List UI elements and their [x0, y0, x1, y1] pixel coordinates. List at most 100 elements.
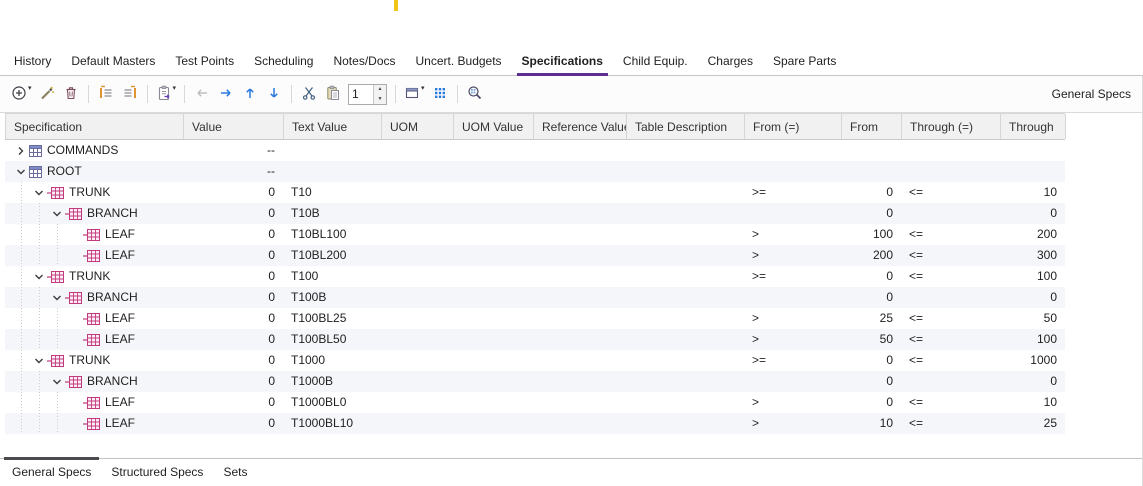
cell-uom[interactable]	[381, 287, 453, 308]
cell-from[interactable]	[744, 140, 841, 161]
cell-through[interactable]: <=	[901, 182, 1000, 203]
cell-table-description[interactable]	[626, 266, 744, 287]
cell-table-description[interactable]	[626, 203, 744, 224]
cell-through[interactable]	[1000, 140, 1065, 161]
cell-uom[interactable]	[381, 266, 453, 287]
cut-button[interactable]	[298, 82, 320, 106]
promote-button[interactable]	[119, 82, 141, 106]
move-up-button[interactable]	[239, 82, 261, 106]
cell-from[interactable]	[841, 140, 901, 161]
move-right-button[interactable]	[215, 82, 237, 106]
find-button[interactable]	[464, 82, 486, 106]
tab-child-equip[interactable]: Child Equip.	[613, 50, 698, 75]
cell-through[interactable]: 10	[1000, 182, 1065, 203]
column-header-from[interactable]: From	[842, 114, 902, 139]
cell-specification[interactable]: COMMANDS	[5, 140, 183, 161]
cell-from[interactable]: 0	[841, 266, 901, 287]
cell-text-value[interactable]: T100BL50	[283, 329, 381, 350]
column-header-value[interactable]: Value	[184, 114, 284, 139]
cell-from[interactable]: >	[744, 224, 841, 245]
cell-from[interactable]: 100	[841, 224, 901, 245]
bottom-tab-general-specs[interactable]: General Specs	[2, 459, 101, 486]
cell-value[interactable]: 0	[183, 329, 283, 350]
table-row[interactable]: LEAF0T100BL50>50<=100	[5, 329, 1065, 350]
cell-from[interactable]	[744, 371, 841, 392]
cell-uom-value[interactable]	[453, 413, 533, 434]
move-left-button[interactable]	[191, 82, 213, 106]
cell-specification[interactable]: TRUNK	[5, 266, 183, 287]
cell-from[interactable]: >	[744, 245, 841, 266]
cell-reference-value[interactable]	[533, 161, 626, 182]
cell-uom-value[interactable]	[453, 266, 533, 287]
cell-text-value[interactable]: T10	[283, 182, 381, 203]
cell-text-value[interactable]: T1000BL10	[283, 413, 381, 434]
collapse-icon[interactable]	[31, 269, 47, 285]
cell-from[interactable]: 0	[841, 350, 901, 371]
cell-uom-value[interactable]	[453, 287, 533, 308]
cell-value[interactable]: 0	[183, 266, 283, 287]
table-row[interactable]: ROOT--	[5, 161, 1065, 182]
cell-value[interactable]: 0	[183, 350, 283, 371]
cell-uom[interactable]	[381, 140, 453, 161]
cell-value[interactable]: 0	[183, 308, 283, 329]
cell-value[interactable]: --	[183, 140, 283, 161]
demote-button[interactable]	[95, 82, 117, 106]
cell-table-description[interactable]	[626, 371, 744, 392]
tab-spare-parts[interactable]: Spare Parts	[763, 50, 846, 75]
cell-through[interactable]: 0	[1000, 203, 1065, 224]
collapse-icon[interactable]	[49, 206, 65, 222]
cell-through[interactable]: <=	[901, 245, 1000, 266]
cell-through[interactable]: <=	[901, 308, 1000, 329]
cell-uom[interactable]	[381, 203, 453, 224]
cell-table-description[interactable]	[626, 308, 744, 329]
cell-through[interactable]: <=	[901, 266, 1000, 287]
cell-text-value[interactable]: T100	[283, 266, 381, 287]
cell-uom-value[interactable]	[453, 140, 533, 161]
cell-specification[interactable]: LEAF	[5, 413, 183, 434]
bottom-tab-sets[interactable]: Sets	[213, 459, 257, 486]
cell-specification[interactable]: LEAF	[5, 245, 183, 266]
table-row[interactable]: LEAF0T10BL200>200<=300	[5, 245, 1065, 266]
cell-through[interactable]: <=	[901, 329, 1000, 350]
column-header-text-value[interactable]: Text Value	[284, 114, 382, 139]
edit-button[interactable]	[36, 82, 58, 106]
cell-text-value[interactable]: T1000	[283, 350, 381, 371]
spin-down-button[interactable]: ▼	[374, 94, 386, 104]
cell-uom[interactable]	[381, 182, 453, 203]
cell-text-value[interactable]: T10BL200	[283, 245, 381, 266]
cell-through[interactable]: 10	[1000, 392, 1065, 413]
collapse-icon[interactable]	[31, 353, 47, 369]
column-header-specification[interactable]: Specification	[6, 114, 184, 139]
cell-uom-value[interactable]	[453, 308, 533, 329]
cell-uom[interactable]	[381, 224, 453, 245]
cell-table-description[interactable]	[626, 245, 744, 266]
tab-scheduling[interactable]: Scheduling	[244, 50, 323, 75]
table-row[interactable]: TRUNK0T1000>=0<=1000	[5, 350, 1065, 371]
cell-through[interactable]: 200	[1000, 224, 1065, 245]
cell-reference-value[interactable]	[533, 266, 626, 287]
cell-uom-value[interactable]	[453, 161, 533, 182]
cell-through[interactable]: <=	[901, 224, 1000, 245]
cell-uom[interactable]	[381, 329, 453, 350]
cell-text-value[interactable]: T10BL100	[283, 224, 381, 245]
tab-test-points[interactable]: Test Points	[165, 50, 244, 75]
cell-uom-value[interactable]	[453, 392, 533, 413]
cell-value[interactable]: 0	[183, 371, 283, 392]
cell-specification[interactable]: TRUNK	[5, 182, 183, 203]
cell-from[interactable]	[744, 161, 841, 182]
column-header-through[interactable]: Through	[1001, 114, 1066, 139]
cell-reference-value[interactable]	[533, 308, 626, 329]
cell-uom-value[interactable]	[453, 182, 533, 203]
cell-through[interactable]: <=	[901, 392, 1000, 413]
column-header-uom-value[interactable]: UOM Value	[454, 114, 534, 139]
cell-through[interactable]	[901, 287, 1000, 308]
row-count-input[interactable]	[349, 85, 373, 104]
cell-specification[interactable]: LEAF	[5, 392, 183, 413]
cell-from[interactable]	[744, 203, 841, 224]
cell-through[interactable]	[901, 371, 1000, 392]
table-row[interactable]: TRUNK0T100>=0<=100	[5, 266, 1065, 287]
tab-specifications[interactable]: Specifications	[512, 50, 613, 75]
cell-uom-value[interactable]	[453, 203, 533, 224]
cell-reference-value[interactable]	[533, 140, 626, 161]
cell-from[interactable]: 0	[841, 287, 901, 308]
